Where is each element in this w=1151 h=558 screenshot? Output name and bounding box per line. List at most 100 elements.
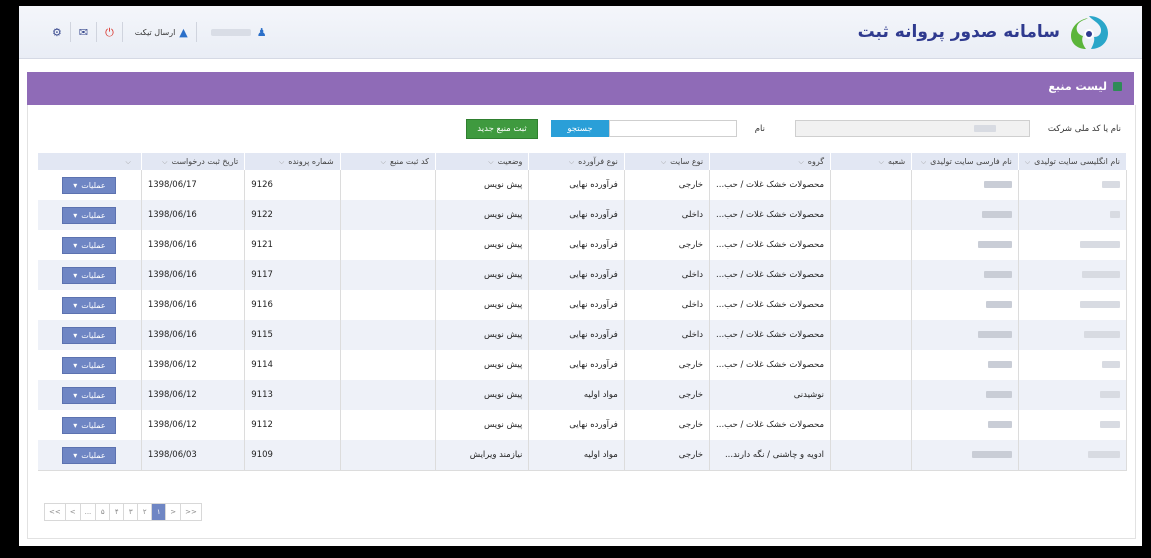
operations-dropdown-button[interactable]: عملیات ▾ [62,446,117,464]
user-menu[interactable]: ♟ [195,22,275,42]
name-field[interactable] [609,120,737,137]
redacted-text [983,181,1012,188]
column-header[interactable]: تاریخ ثبت درخواست⌵ [141,153,246,170]
table-row[interactable]: محصولات خشک غلات / حب... داخلی فرآورده نها… [38,320,1128,350]
table-row[interactable]: محصولات خشک غلات / حب... خارجی فرآورده نها… [38,170,1128,200]
page-link[interactable]: ۲ [137,504,151,520]
chevron-down-icon: ▾ [73,450,78,460]
brand[interactable]: سامانه صدور پروانه ثبت [858,12,1112,52]
company-value-blurred [974,125,996,132]
page-link[interactable]: ۳ [123,504,137,520]
column-header[interactable]: گروه⌵ [709,153,832,170]
source-code-cell [340,290,436,320]
header-toolbar: ⚙ ✉ ⏻ ارسال تیکت ▲ ♟ [44,22,275,42]
page-link[interactable]: ۴ [109,504,123,520]
operations-dropdown-button[interactable]: عملیات ▾ [62,386,117,404]
request-date-cell: 1398/06/16 [141,320,246,350]
logout-button[interactable]: ⏻ [96,22,122,42]
table-row[interactable]: نوشیدنی خارجی مواد اولیه پیش نویس 9113 1398/0… [38,380,1128,410]
english-name-cell [1018,440,1128,471]
table-row[interactable]: محصولات خشک غلات / حب... داخلی فرآورده نها… [38,200,1128,230]
english-name-cell [1018,200,1128,230]
page-link[interactable]: >> [180,504,201,520]
request-date-cell: 1398/06/12 [141,380,246,410]
sort-caret-icon: ⌵ [278,157,285,166]
column-header[interactable]: ⌵ [38,153,142,170]
status-cell: پیش نویس [435,410,530,440]
sort-caret-icon: ⌵ [125,157,131,166]
column-header[interactable]: نام انگلیسی سایت تولیدی⌵ [1018,153,1128,170]
page-link[interactable]: > [165,504,180,520]
operations-dropdown-button[interactable]: عملیات ▾ [62,296,117,314]
site-type-cell: داخلی [624,320,711,350]
table-row[interactable]: محصولات خشک غلات / حب... خارجی فرآورده نها… [38,350,1128,380]
english-name-cell [1018,380,1128,410]
company-field[interactable] [795,120,1030,137]
table-row[interactable]: محصولات خشک غلات / حب... خارجی فرآورده نها… [38,230,1128,260]
table-row[interactable]: محصولات خشک غلات / حب... داخلی فرآورده نها… [38,290,1128,320]
column-header[interactable]: نوع فرآورده⌵ [528,153,625,170]
page-link[interactable]: ۱ [151,504,166,520]
operations-dropdown-button[interactable]: عملیات ▾ [62,236,117,254]
table-row[interactable]: محصولات خشک غلات / حب... داخلی فرآورده نها… [38,260,1128,290]
table-row[interactable]: ادویه و چاشنی / نگه دارند... خارجی مواد او… [38,440,1128,471]
page-link[interactable]: ... [79,504,96,520]
branch-cell [830,350,913,380]
column-header-label: نام انگلیسی سایت تولیدی [1034,156,1120,166]
send-ticket-label: ارسال تیکت [134,27,176,37]
table-row[interactable]: محصولات خشک غلات / حب... خارجی فرآورده نها… [38,410,1128,440]
column-header[interactable]: نوع سایت⌵ [624,153,711,170]
file-number-cell: 9121 [244,230,341,260]
sort-caret-icon: ⌵ [878,157,884,166]
farsi-name-cell [911,320,1019,350]
operations-dropdown-button[interactable]: عملیات ▾ [62,326,117,344]
content-panel: نام یا کد ملی شرکت نام جستجو ثبت منبع جد… [27,105,1136,539]
column-header[interactable]: وضعیت⌵ [435,153,530,170]
group-cell: محصولات خشک غلات / حب... [709,230,832,260]
column-header-label: کد ثبت منبع [389,156,429,166]
sources-table: نام انگلیسی سایت تولیدی⌵ نام فارسی سایت ت… [38,153,1128,471]
page-link[interactable]: << [45,504,65,520]
column-header[interactable]: شماره پرونده⌵ [244,153,341,170]
column-header[interactable]: کد ثبت منبع⌵ [340,153,436,170]
redacted-text [1102,361,1120,368]
operations-label: عملیات [81,300,106,310]
brand-logo-icon [1071,16,1108,49]
column-header[interactable]: نام فارسی سایت تولیدی⌵ [911,153,1019,170]
redacted-text [1102,181,1120,188]
source-code-cell [340,260,436,290]
request-date-cell: 1398/06/03 [141,440,246,471]
operations-dropdown-button[interactable]: عملیات ▾ [62,266,117,284]
search-button[interactable]: جستجو [551,120,609,137]
operations-dropdown-button[interactable]: عملیات ▾ [62,356,117,374]
company-label: نام یا کد ملی شرکت [1047,124,1121,134]
request-date-cell: 1398/06/16 [141,230,246,260]
name-label: نام [754,124,765,134]
operations-label: عملیات [81,210,106,220]
redacted-text [987,361,1012,368]
new-source-button[interactable]: ثبت منبع جدید [466,119,538,139]
operations-dropdown-button[interactable]: عملیات ▾ [62,416,117,434]
branch-cell [830,230,913,260]
send-ticket-link[interactable]: ارسال تیکت ▲ [121,22,196,42]
source-code-cell [340,170,436,200]
operations-label: عملیات [81,420,106,430]
operations-dropdown-button[interactable]: عملیات ▾ [62,176,117,194]
messages-link[interactable]: ✉ [69,22,96,42]
operations-dropdown-button[interactable]: عملیات ▾ [62,206,117,224]
product-type-cell: فرآورده نهایی [528,230,625,260]
chevron-down-icon: ▾ [73,300,78,310]
column-header[interactable]: شعبه⌵ [830,153,913,170]
operations-label: عملیات [81,240,106,250]
redacted-text [1080,241,1120,248]
page-link[interactable]: < [64,504,80,520]
operations-cell: عملیات ▾ [38,350,142,380]
source-code-cell [340,200,436,230]
file-number-cell: 9117 [244,260,341,290]
redacted-text [971,451,1012,458]
settings-menu[interactable]: ⚙ [44,22,70,42]
redacted-text [981,211,1012,218]
operations-label: عملیات [81,330,106,340]
page-link[interactable]: ۵ [95,504,109,520]
site-type-cell: خارجی [624,350,711,380]
